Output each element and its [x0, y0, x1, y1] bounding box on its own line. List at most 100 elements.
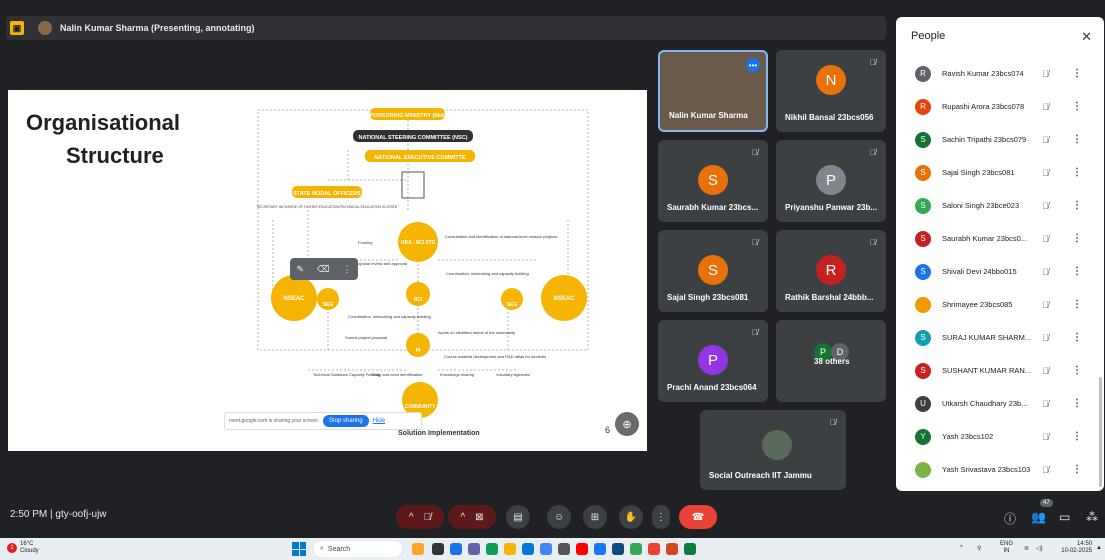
presenter-label: Nalin Kumar Sharma (Presenting, annotati…: [60, 23, 255, 33]
more-options-icon[interactable]: ⋮: [1072, 266, 1082, 277]
taskbar-app-icon[interactable]: [412, 543, 424, 555]
captions-icon[interactable]: ▤: [506, 505, 530, 529]
taskbar-app-icon[interactable]: [558, 543, 570, 555]
language-primary: ENG: [1000, 541, 1014, 547]
participant-tile[interactable]: 🎙̸ R Rathik Barshal 24bbb...: [776, 230, 886, 312]
participant-avatar: P: [816, 165, 846, 195]
participant-row[interactable]: S Sachin Tripathi 23bcs079 🎙̸ ⋮: [896, 123, 1104, 156]
temperature: 16°C: [20, 541, 34, 547]
more-options-icon[interactable]: ⋮: [1072, 167, 1082, 178]
more-options-icon[interactable]: ⋮: [1072, 134, 1082, 145]
eraser-icon[interactable]: ⌫: [317, 264, 330, 275]
chat-icon[interactable]: ▭: [1059, 510, 1070, 524]
label-inputs: Inputs on identified needs of the commun…: [438, 330, 515, 335]
info-icon[interactable]: ⓘ: [1004, 510, 1016, 527]
more-options-icon[interactable]: ⋮: [1072, 200, 1082, 211]
participant-tile[interactable]: 🎙̸ Social Outreach IIT Jammu: [700, 410, 846, 490]
participant-row[interactable]: S Shivali Devi 24bbo015 🎙̸ ⋮: [896, 255, 1104, 288]
people-scrollbar[interactable]: [1099, 377, 1102, 487]
weather-widget[interactable]: 16°C Cloudy: [20, 541, 39, 555]
mic-off-icon: 🎙̸: [1042, 134, 1049, 145]
chevron-up-icon[interactable]: ^: [409, 512, 414, 523]
participant-tile[interactable]: 🎙̸ P Priyanshu Panwar 23b...: [776, 140, 886, 222]
taskbar-app-icon[interactable]: [540, 543, 552, 555]
others-tile[interactable]: P D 38 others: [776, 320, 886, 402]
more-options-icon[interactable]: ⋮: [1072, 365, 1082, 376]
participant-row[interactable]: Yash Srivastava 23bcs103 🎙̸ ⋮: [896, 453, 1104, 486]
participant-avatar: [915, 296, 931, 313]
wifi-icon[interactable]: ≋: [1024, 545, 1029, 552]
participant-row[interactable]: R Rupashi Arora 23bcs078 🎙̸ ⋮: [896, 90, 1104, 123]
more-options-icon[interactable]: ⋮: [1072, 299, 1082, 310]
taskbar-app-icon[interactable]: [522, 543, 534, 555]
more-options-icon[interactable]: •••: [746, 58, 760, 72]
chevron-up-icon[interactable]: ^: [960, 545, 963, 551]
taskbar-app-icon[interactable]: [468, 543, 480, 555]
participant-row[interactable]: R Ravish Kumar 23bcs074 🎙̸ ⋮: [896, 57, 1104, 90]
taskbar-app-icon[interactable]: [630, 543, 642, 555]
participant-tile[interactable]: 🎙̸ P Prachi Anand 23bcs064: [658, 320, 768, 402]
volume-icon[interactable]: ◁): [1036, 545, 1043, 552]
participant-name: Ravish Kumar 23bcs074: [942, 69, 1024, 78]
participant-avatar: U: [915, 395, 931, 412]
taskbar-app-icon[interactable]: [486, 543, 498, 555]
taskbar-app-icon[interactable]: [450, 543, 462, 555]
leave-call-button[interactable]: ☎: [679, 505, 717, 529]
participant-name: Nikhil Bansal 23bcs056: [785, 113, 874, 122]
taskbar-app-icon[interactable]: [504, 543, 516, 555]
more-options-icon[interactable]: ⋮: [1072, 398, 1082, 409]
participant-row[interactable]: S Sajal Singh 23bcs081 🎙̸ ⋮: [896, 156, 1104, 189]
participant-row[interactable]: U Utkarsh Chaudhary 23b... 🎙̸ ⋮: [896, 387, 1104, 420]
participant-tile[interactable]: 🎙̸ N Nikhil Bansal 23bcs056: [776, 50, 886, 132]
close-icon[interactable]: ✕: [1081, 29, 1092, 45]
taskbar-app-icon[interactable]: [666, 543, 678, 555]
participant-row[interactable]: Y Yash 23bcs102 🎙̸ ⋮: [896, 420, 1104, 453]
zoom-icon[interactable]: ⊕: [615, 412, 639, 436]
mic-control[interactable]: ^ 🎙̸: [396, 505, 444, 529]
windows-start-icon[interactable]: [292, 542, 306, 556]
taskbar-app-icon[interactable]: [432, 543, 444, 555]
mic-off-icon: 🎙̸: [1042, 233, 1049, 244]
os-taskbar: 1 16°C Cloudy ⌕ Search ^ ⚲ ENG IN ≋ ◁) 1…: [0, 538, 1105, 560]
more-options-icon[interactable]: ⋮: [1072, 464, 1082, 475]
participant-tile[interactable]: 🎙̸ S Sajal Singh 23bcs081: [658, 230, 768, 312]
language-indicator[interactable]: ENG IN: [1000, 541, 1013, 555]
mic-off-icon[interactable]: 🎙̸: [424, 512, 432, 523]
camera-control[interactable]: ^ ⊠: [448, 505, 496, 529]
more-options-icon[interactable]: ⋮: [1072, 332, 1082, 343]
annotation-more-icon[interactable]: ⋮: [343, 264, 352, 275]
emoji-icon[interactable]: ☺: [547, 505, 571, 529]
taskbar-app-icon[interactable]: [648, 543, 660, 555]
clock[interactable]: 14:50 10-02-2025: [1056, 541, 1092, 555]
taskbar-app-icon[interactable]: [612, 543, 624, 555]
hide-share-notice-link[interactable]: Hide: [373, 418, 385, 424]
raise-hand-icon[interactable]: ✋: [619, 505, 643, 529]
activities-icon[interactable]: ⁂: [1086, 510, 1098, 524]
notification-bell-icon[interactable]: ▲: [1096, 545, 1102, 551]
annotation-toolbar[interactable]: ✎ ⌫ ⋮: [290, 258, 358, 280]
participant-row[interactable]: S Saloni Singh 23bce023 🎙̸ ⋮: [896, 189, 1104, 222]
nsc-text: NATIONAL STEERING COMMITTEE (NSC): [359, 135, 468, 141]
participant-tile[interactable]: 🎙̸ S Saurabh Kumar 23bcs...: [658, 140, 768, 222]
pen-off-icon[interactable]: ✎: [296, 264, 304, 275]
participant-row[interactable]: Shrimayee 23bcs085 🎙̸ ⋮: [896, 288, 1104, 321]
taskbar-app-icon[interactable]: [576, 543, 588, 555]
taskbar-app-icon[interactable]: [684, 543, 696, 555]
participant-tile-self[interactable]: ••• Nalin Kumar Sharma: [658, 50, 768, 132]
more-options-icon[interactable]: ⋮: [1072, 101, 1082, 112]
taskbar-app-icon[interactable]: [594, 543, 606, 555]
more-options-icon[interactable]: ⋮: [652, 505, 670, 529]
more-options-icon[interactable]: ⋮: [1072, 431, 1082, 442]
people-icon[interactable]: 👥: [1031, 510, 1046, 524]
stop-sharing-button[interactable]: Stop sharing: [323, 415, 369, 427]
more-options-icon[interactable]: ⋮: [1072, 233, 1082, 244]
participant-row[interactable]: S Saurabh Kumar 23bcs0... 🎙̸ ⋮: [896, 222, 1104, 255]
present-icon[interactable]: ⊞: [583, 505, 607, 529]
participant-avatar: S: [915, 329, 931, 346]
camera-off-icon[interactable]: ⊠: [475, 512, 483, 523]
taskbar-search[interactable]: ⌕ Search: [314, 541, 402, 557]
more-options-icon[interactable]: ⋮: [1072, 68, 1082, 79]
participant-row[interactable]: S SURAJ KUMAR SHARM... 🎙̸ ⋮: [896, 321, 1104, 354]
participant-row[interactable]: S SUSHANT KUMAR RAN... 🎙̸ ⋮: [896, 354, 1104, 387]
chevron-up-icon[interactable]: ^: [460, 512, 465, 523]
